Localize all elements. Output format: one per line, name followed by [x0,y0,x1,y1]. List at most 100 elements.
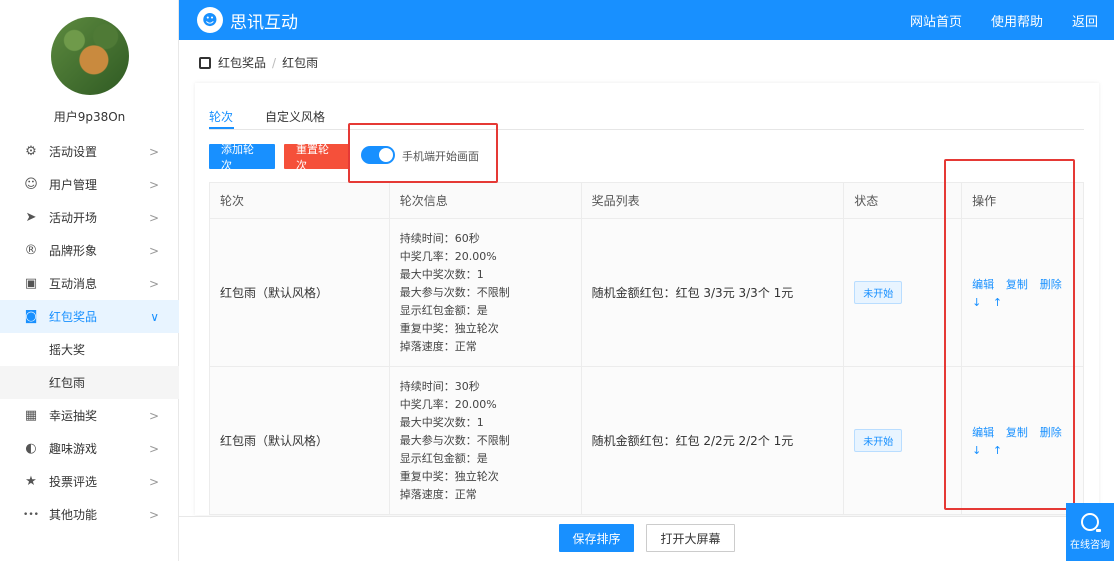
info-duration: 持续时间：30秒 [399,379,480,393]
rounds-table: 轮次 轮次信息 奖品列表 状态 操作 红包雨（默认风格） 持续时间：60秒 中奖… [209,182,1084,515]
message-icon: ▣ [24,276,38,291]
sidebar-item-lucky-draw[interactable]: ▦ 幸运抽奖 > [0,399,179,432]
headset-icon [1081,513,1101,532]
sidebar-item-activity-settings[interactable]: ⚙ 活动设置 > [0,135,179,168]
info-duration: 持续时间：60秒 [399,231,480,245]
chevron-right-icon: > [148,507,159,522]
active-tab-indicator [209,127,234,129]
support-label: 在线咨询 [1070,540,1110,551]
info-repeat-win: 重复中奖：独立轮次 [399,469,499,483]
toggle-knob [379,148,393,162]
info-show-amount: 显示红包金额：是 [399,451,488,465]
sidebar-item-label: 趣味游戏 [49,442,98,456]
move-down-icon[interactable]: ↓ [972,444,981,457]
sidebar: 用户9p38On ⚙ 活动设置 > ☺ 用户管理 > ➤ 活动开场 > ® 品牌… [0,0,179,561]
submenu-item-shake-prize[interactable]: 摇大奖 [0,333,179,366]
delete-link[interactable]: 删除 [1040,426,1062,439]
sidebar-item-label: 品牌形象 [49,244,98,258]
more-icon: ••• [23,509,39,520]
sidebar-menu: ⚙ 活动设置 > ☺ 用户管理 > ➤ 活动开场 > ® 品牌形象 > ▣ 互动… [0,135,179,531]
sidebar-item-fun-games[interactable]: ◐ 趣味游戏 > [0,432,179,465]
mobile-start-screen-toggle[interactable] [361,146,395,164]
main-panel: 轮次 自定义风格 添加轮次 重置轮次 手机端开始画面 轮次 轮次信息 奖品列表 … [195,83,1099,515]
chevron-right-icon: > [148,441,159,456]
table-row: 红包雨（默认风格） 持续时间：60秒 中奖几率：20.00% 最大中奖次数：1 … [209,218,1084,367]
round-info: 持续时间：60秒 中奖几率：20.00% 最大中奖次数：1 最大参与次数：不限制… [388,218,582,367]
breadcrumb-separator: / [272,55,277,70]
redpacket-icon [199,56,211,69]
toggle-label: 手机端开始画面 [402,150,479,163]
top-header: ☻ 思讯互动 网站首页 使用帮助 返回 [179,0,1114,40]
column-header: 轮次 [209,182,390,219]
sidebar-item-messages[interactable]: ▣ 互动消息 > [0,267,179,300]
home-link[interactable]: 网站首页 [910,11,962,30]
prize-list: 随机金额红包：红包 3/3元 3/3个 1元 [580,218,845,367]
info-max-participation: 最大参与次数：不限制 [399,433,510,447]
gears-icon: ⚙ [25,144,37,159]
logo-icon: ☻ [197,7,223,33]
prize-list: 随机金额红包：红包 2/2元 2/2个 1元 [580,366,845,515]
move-up-icon[interactable]: ↑ [993,296,1002,309]
sidebar-item-opening[interactable]: ➤ 活动开场 > [0,201,179,234]
sidebar-item-label: 投票评选 [49,475,98,489]
sidebar-item-brand[interactable]: ® 品牌形象 > [0,234,179,267]
column-header: 奖品列表 [580,182,845,219]
round-info: 持续时间：30秒 中奖几率：20.00% 最大中奖次数：1 最大参与次数：不限制… [388,366,582,515]
status-cell: 未开始 [843,218,963,367]
edit-link[interactable]: 编辑 [972,278,994,291]
sidebar-item-label: 活动开场 [49,211,98,225]
chevron-right-icon: > [148,474,159,489]
chevron-right-icon: > [148,276,159,291]
sidebar-item-label: 互动消息 [49,277,98,291]
back-link[interactable]: 返回 [1072,11,1098,30]
info-win-rate: 中奖几率：20.00% [399,397,497,411]
copy-link[interactable]: 复制 [1006,426,1028,439]
edit-link[interactable]: 编辑 [972,426,994,439]
registered-icon: ® [24,243,38,258]
help-link[interactable]: 使用帮助 [991,11,1043,30]
info-drop-speed: 掉落速度：正常 [399,487,477,501]
sidebar-item-redpacket-prizes[interactable]: ◙ 红包奖品 ∨ [0,300,179,333]
add-round-button[interactable]: 添加轮次 [209,143,275,172]
info-max-participation: 最大参与次数：不限制 [399,285,510,299]
tab-bar: 轮次 自定义风格 [209,83,1084,130]
tab-rounds[interactable]: 轮次 [209,108,233,125]
submenu-item-redpacket-rain[interactable]: 红包雨 [0,366,179,399]
operations-cell: 编辑 复制 删除 ↓ ↑ [961,366,1084,515]
chevron-down-icon: ∨ [150,309,159,324]
chevron-right-icon: > [148,408,159,423]
lottery-icon: ▦ [24,408,38,423]
online-support-button[interactable]: 在线咨询 [1066,503,1114,561]
sidebar-item-label: 红包奖品 [49,310,98,324]
breadcrumb: 红包奖品 / 红包雨 [199,54,318,71]
round-name: 红包雨（默认风格） [209,218,390,367]
status-badge: 未开始 [854,281,903,304]
breadcrumb-parent[interactable]: 红包奖品 [218,54,266,71]
column-header: 状态 [843,182,963,219]
chevron-right-icon: > [148,243,159,258]
sidebar-item-user-management[interactable]: ☺ 用户管理 > [0,168,179,201]
save-order-button[interactable]: 保存排序 [559,524,634,552]
delete-link[interactable]: 删除 [1040,278,1062,291]
column-header: 轮次信息 [388,182,582,219]
column-header: 操作 [961,182,1084,219]
header-links: 网站首页 使用帮助 返回 [896,0,1114,40]
avatar[interactable] [51,17,129,95]
open-big-screen-button[interactable]: 打开大屏幕 [646,524,735,552]
copy-link[interactable]: 复制 [1006,278,1028,291]
info-drop-speed: 掉落速度：正常 [399,339,477,353]
send-icon: ➤ [25,210,37,225]
move-down-icon[interactable]: ↓ [972,296,981,309]
chevron-right-icon: > [148,177,159,192]
info-repeat-win: 重复中奖：独立轮次 [399,321,499,335]
move-up-icon[interactable]: ↑ [993,444,1002,457]
chevron-right-icon: > [148,144,159,159]
table-header-row: 轮次 轮次信息 奖品列表 状态 操作 [209,182,1084,219]
reset-round-button[interactable]: 重置轮次 [284,143,349,172]
table-row: 红包雨（默认风格） 持续时间：30秒 中奖几率：20.00% 最大中奖次数：1 … [209,366,1084,515]
tab-custom-style[interactable]: 自定义风格 [265,108,325,125]
breadcrumb-current: 红包雨 [282,56,319,70]
username: 用户9p38On [53,110,126,124]
sidebar-item-other[interactable]: ••• 其他功能 > [0,498,179,531]
sidebar-item-voting[interactable]: ★ 投票评选 > [0,465,179,498]
